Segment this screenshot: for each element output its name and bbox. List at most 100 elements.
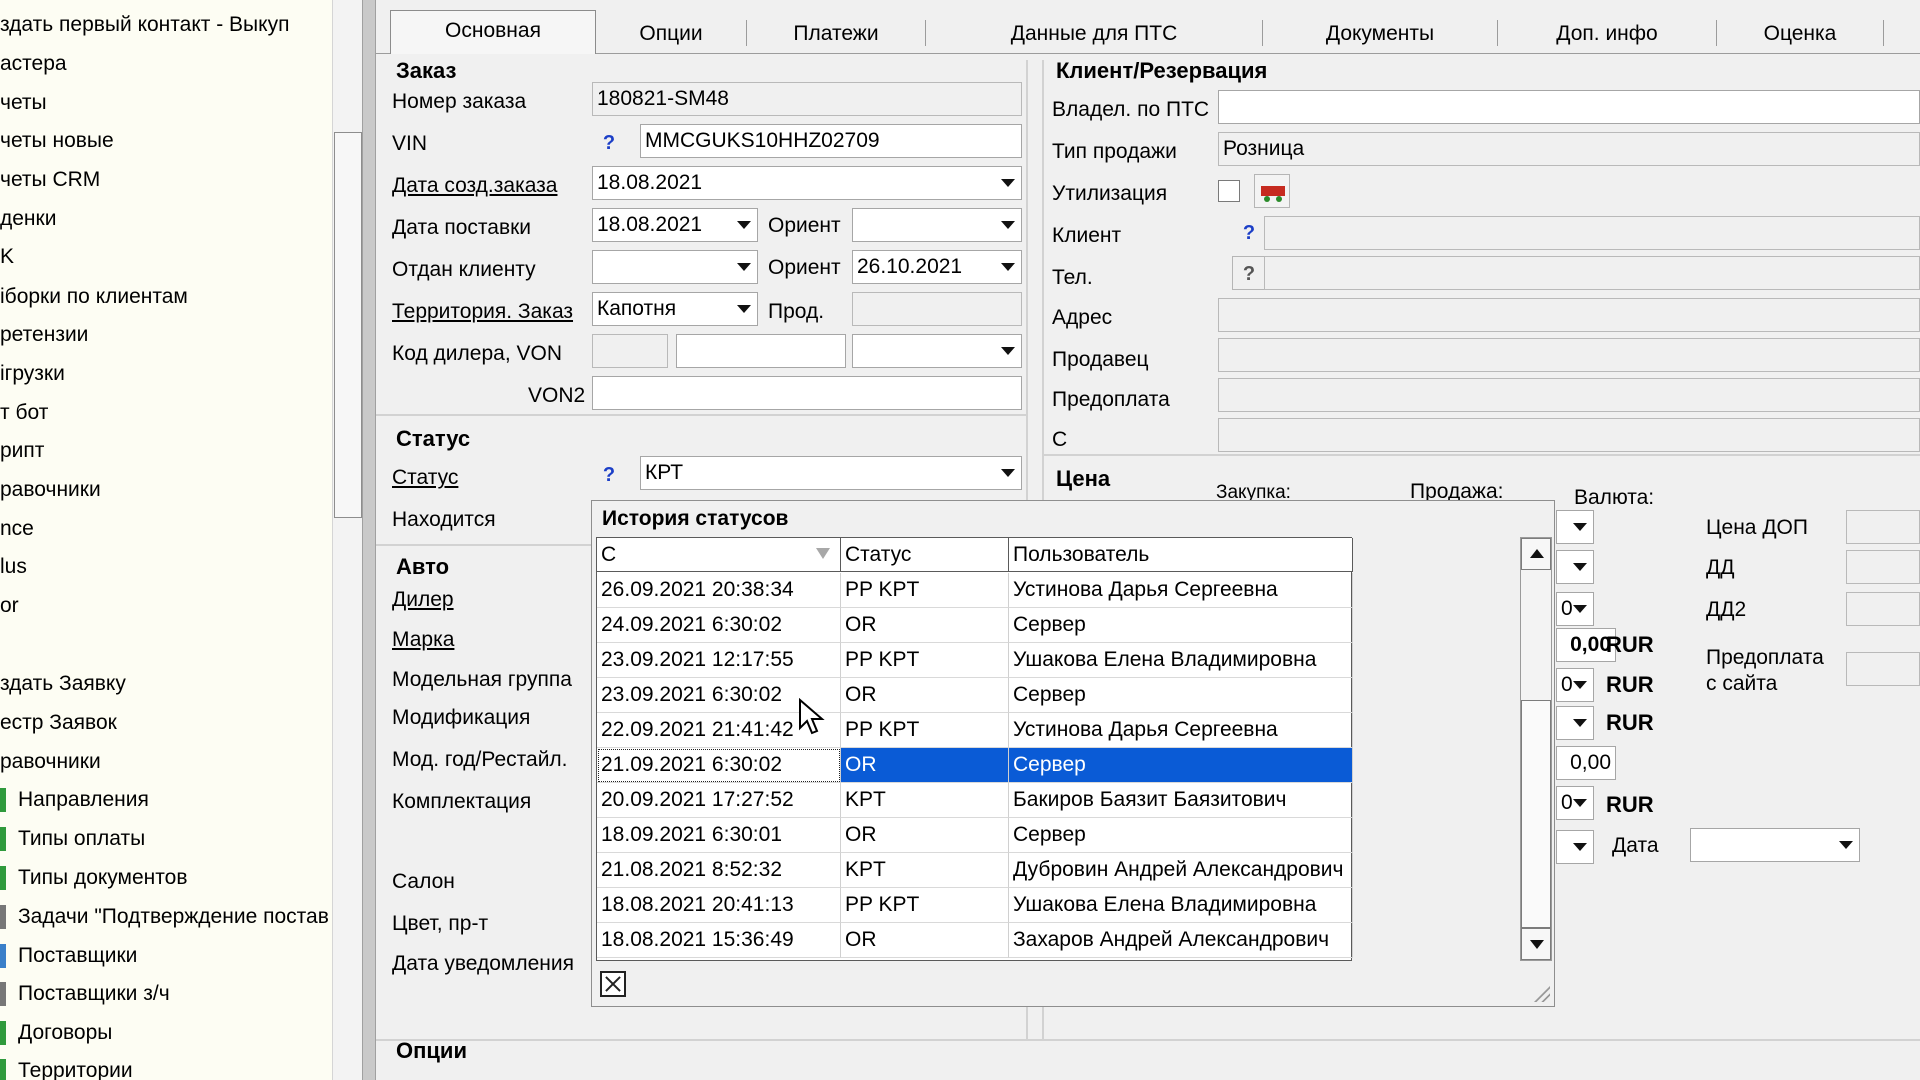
client-field[interactable] [1264,216,1920,250]
amount-field[interactable]: 0,00 [1556,746,1616,780]
sidebar-item[interactable]: здать Заявку [0,671,126,697]
sidebar-item[interactable]: Направления [0,787,149,813]
date-select[interactable] [1690,828,1860,862]
pts-owner-field[interactable] [1218,90,1920,124]
dealer-code-field[interactable] [592,334,668,368]
von-field[interactable] [676,334,846,368]
sidebar-item[interactable]: ретензии [0,322,88,348]
sidebar-item[interactable]: астера [0,51,67,77]
truck-icon[interactable] [1254,174,1290,208]
recycling-checkbox[interactable] [1218,180,1240,202]
sidebar-item[interactable]: т бот [0,400,48,426]
dealer-label[interactable]: Дилер [392,588,454,612]
sidebar-item[interactable]: Типы оплаты [0,826,145,852]
price-dop-field[interactable] [1846,510,1920,544]
table-row[interactable]: 18.08.2021 15:36:49 OR Захаров Андрей Ал… [597,923,1353,958]
sidebar-item[interactable]: рипт [0,438,44,464]
resize-grip-icon[interactable] [1532,984,1550,1002]
chevron-down-icon[interactable] [1001,347,1015,355]
sidebar-item[interactable]: четы новые [0,128,114,154]
table-row[interactable]: 23.09.2021 6:30:02 OR Сервер [597,678,1353,713]
chevron-down-icon[interactable] [1573,799,1587,807]
sidebar-item[interactable]: равочники [0,477,101,503]
status-label[interactable]: Статус [392,466,458,490]
chevron-down-icon[interactable] [1573,681,1587,689]
sort-desc-icon[interactable] [816,548,830,559]
chevron-down-icon[interactable] [1001,263,1015,271]
currency-select-4[interactable]: 0 [1556,668,1594,702]
sidebar-item[interactable]: денки [0,206,56,232]
column-header-status[interactable]: Статус [841,538,1009,572]
table-row[interactable]: 21.08.2021 8:52:32 KPT Дубровин Андрей А… [597,853,1353,888]
chevron-down-icon[interactable] [737,305,751,313]
c-field[interactable] [1218,418,1920,452]
sidebar-item[interactable]: Типы документов [0,865,188,891]
sidebar-item[interactable]: Поставщики з/ч [0,981,170,1007]
client-help-button[interactable]: ? [1232,216,1266,250]
territory-select[interactable]: Капотня [592,292,758,326]
tab-main[interactable]: Основная [390,10,596,55]
sidebar-item[interactable]: lus [0,554,27,580]
delivery-date-field[interactable]: 18.08.2021 [592,208,758,242]
sidebar-item[interactable]: or [0,593,19,619]
chevron-down-icon[interactable] [737,263,751,271]
table-row[interactable]: 26.09.2021 20:38:34 PP KPT Устинова Дарь… [597,573,1353,608]
tab-payments[interactable]: Платежи [747,14,925,54]
order-number-field[interactable]: 180821-SM48 [592,82,1022,116]
chevron-down-icon[interactable] [1001,179,1015,187]
phone-field[interactable] [1264,256,1920,290]
sidebar-item[interactable]: nce [0,516,34,542]
chevron-down-icon[interactable] [1573,563,1587,571]
chevron-down-icon[interactable] [1573,523,1587,531]
dd-field[interactable] [1846,550,1920,584]
column-header-date[interactable]: С [597,538,841,572]
territory-label[interactable]: Территория. Заказ [392,300,573,324]
dd2-field[interactable] [1846,592,1920,626]
currency-select-2[interactable] [1556,550,1594,584]
status-select[interactable]: КРТ [640,456,1022,490]
tab-extra-info[interactable]: Доп. инфо [1498,14,1716,54]
sidebar-item[interactable]: Территории [0,1058,133,1080]
table-row[interactable]: 18.08.2021 20:41:13 PP KPT Ушакова Елена… [597,888,1353,923]
close-popup-button[interactable] [600,971,626,997]
status-help-button[interactable]: ? [592,458,626,492]
tab-evaluation[interactable]: Оценка [1717,14,1883,54]
table-row[interactable]: 23.09.2021 12:17:55 PP KPT Ушакова Елена… [597,643,1353,678]
chevron-down-icon[interactable] [1573,843,1587,851]
chevron-down-icon[interactable] [1001,469,1015,477]
history-scrollbar-thumb[interactable] [1521,700,1551,928]
splitter[interactable] [362,0,376,1080]
chevron-down-icon[interactable] [737,221,751,229]
table-row-selected[interactable]: 21.09.2021 6:30:02 OR Сервер [597,748,1353,783]
scroll-down-button[interactable] [1521,928,1551,960]
sale-type-field[interactable]: Розница [1218,132,1920,166]
handed-to-client-field[interactable] [592,250,758,284]
sidebar-item[interactable]: ігрузки [0,361,65,387]
currency-select-5[interactable] [1556,706,1594,740]
sidebar-item[interactable]: iборки по клиентам [0,284,188,310]
currency-select-3[interactable]: 0 [1556,592,1594,626]
seller-field[interactable] [1218,338,1920,372]
table-row[interactable]: 18.09.2021 6:30:01 OR Сервер [597,818,1353,853]
sidebar-item[interactable]: четы CRM [0,167,100,193]
chevron-down-icon[interactable] [1573,719,1587,727]
table-row[interactable]: 24.09.2021 6:30:02 OR Сервер [597,608,1353,643]
history-scrollbar[interactable] [1520,537,1552,961]
von2-field[interactable] [592,376,1022,410]
tab-pts-data[interactable]: Данные для ПТС [926,14,1262,54]
order-created-date[interactable]: 18.08.2021 [592,166,1022,200]
sidebar-item[interactable]: равочники [0,749,101,775]
vin-field[interactable]: MMCGUKS10HHZ02709 [640,124,1022,158]
sidebar-item[interactable]: Поставщики [0,943,137,969]
tab-documents[interactable]: Документы [1263,14,1497,54]
chevron-down-icon[interactable] [1573,605,1587,613]
currency-select-7[interactable] [1556,830,1594,864]
table-row[interactable]: 22.09.2021 21:41:42 PP KPT Устинова Дарь… [597,713,1353,748]
brand-label[interactable]: Марка [392,628,454,652]
address-field[interactable] [1218,298,1920,332]
table-row[interactable]: 20.09.2021 17:27:52 KPT Бакиров Баязит Б… [597,783,1353,818]
column-header-user[interactable]: Пользователь [1009,538,1353,572]
currency-select-6[interactable]: 0 [1556,786,1594,820]
orient-date-field[interactable] [852,208,1022,242]
von-select[interactable] [852,334,1022,368]
